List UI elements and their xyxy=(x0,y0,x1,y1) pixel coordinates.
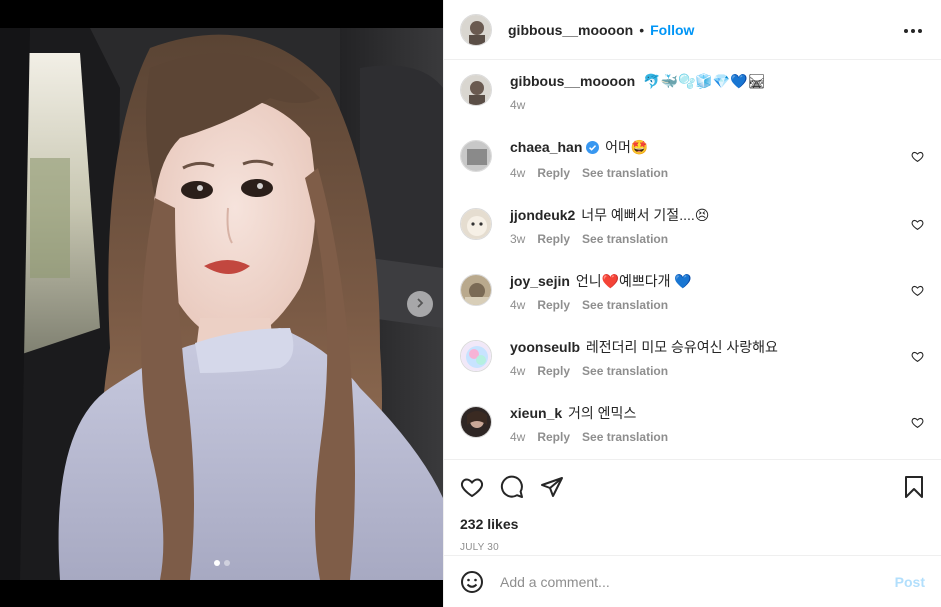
caption-time[interactable]: 4w xyxy=(510,98,525,112)
follow-button[interactable]: Follow xyxy=(650,22,694,38)
list-item: joy_sejin 언니❤️예쁘다개 💙 4w Reply See transl… xyxy=(460,272,925,312)
share-icon[interactable] xyxy=(540,475,564,499)
comment-like-heart-icon[interactable] xyxy=(911,416,925,430)
add-comment-bar: Post xyxy=(444,555,941,607)
see-translation-button[interactable]: See translation xyxy=(582,430,668,444)
see-translation-button[interactable]: See translation xyxy=(582,232,668,246)
see-translation-button[interactable]: See translation xyxy=(582,364,668,378)
see-translation-button[interactable]: See translation xyxy=(582,298,668,312)
more-options-button[interactable] xyxy=(901,18,925,42)
reply-button[interactable]: Reply xyxy=(537,364,570,378)
comment-like-heart-icon[interactable] xyxy=(911,350,925,364)
comment-username[interactable]: chaea_han xyxy=(510,139,582,155)
heart-icon[interactable] xyxy=(460,475,484,499)
caption-text: 🐬🐳🫧🧊💎💙🛤 xyxy=(643,73,766,89)
caption-username[interactable]: gibbous__moooon xyxy=(510,73,635,89)
reply-button[interactable]: Reply xyxy=(537,298,570,312)
post-header: gibbous__moooon • Follow xyxy=(444,0,941,60)
avatar[interactable] xyxy=(460,74,492,106)
separator-dot: • xyxy=(639,21,645,38)
comment-time[interactable]: 3w xyxy=(510,232,525,246)
comment-time[interactable]: 4w xyxy=(510,166,525,180)
comment-text: 너무 예뻐서 기절....😣 xyxy=(581,207,710,223)
comment-text: 거의 엔믹스 xyxy=(568,405,637,421)
carousel-dot xyxy=(223,560,230,566)
reply-button[interactable]: Reply xyxy=(537,232,570,246)
list-item: jjondeuk2 너무 예뻐서 기절....😣 3w Reply See tr… xyxy=(460,206,925,246)
comments-list: gibbous__moooon 🐬🐳🫧🧊💎💙🛤 4w chaea_han 어머🤩… xyxy=(444,60,941,459)
comment-username[interactable]: joy_sejin xyxy=(510,273,570,289)
comment-username[interactable]: xieun_k xyxy=(510,405,562,421)
comment-input[interactable] xyxy=(498,572,895,591)
comment-icon[interactable] xyxy=(500,475,524,499)
author-username[interactable]: gibbous__moooon xyxy=(508,22,633,38)
comment-like-heart-icon[interactable] xyxy=(911,218,925,232)
smiley-icon[interactable] xyxy=(460,570,484,594)
comment-text: 어머🤩 xyxy=(605,139,649,155)
comment-time[interactable]: 4w xyxy=(510,364,525,378)
carousel-dot xyxy=(213,560,220,566)
carousel-indicator xyxy=(0,560,443,566)
avatar[interactable] xyxy=(460,274,492,306)
avatar[interactable] xyxy=(460,140,492,172)
comment-text: 언니❤️예쁘다개 💙 xyxy=(575,273,692,289)
verified-badge-icon xyxy=(586,140,600,158)
post-actions: 232 likes JULY 30 xyxy=(444,459,941,555)
bookmark-icon[interactable] xyxy=(903,475,925,499)
chevron-right-icon xyxy=(415,295,425,313)
post-date[interactable]: JULY 30 xyxy=(460,542,925,553)
avatar[interactable] xyxy=(460,13,492,46)
comment-username[interactable]: yoonseulb xyxy=(510,339,580,355)
comment-like-heart-icon[interactable] xyxy=(911,150,925,164)
post-photo xyxy=(0,28,443,580)
avatar[interactable] xyxy=(460,406,492,438)
comment-like-heart-icon[interactable] xyxy=(911,284,925,298)
caption: gibbous__moooon 🐬🐳🫧🧊💎💙🛤 4w xyxy=(460,72,925,112)
avatar[interactable] xyxy=(460,208,492,240)
comment-time[interactable]: 4w xyxy=(510,430,525,444)
avatar[interactable] xyxy=(460,340,492,372)
post-comment-button[interactable]: Post xyxy=(895,574,925,590)
media-panel xyxy=(0,0,443,607)
list-item: yoonseulb 레전더리 미모 승유여신 사랑해요 4w Reply See… xyxy=(460,338,925,378)
post-modal: gibbous__moooon • Follow gibbous__moooon xyxy=(0,0,941,607)
list-item: chaea_han 어머🤩 4w Reply See translation xyxy=(460,138,925,180)
post-details-panel: gibbous__moooon • Follow gibbous__moooon xyxy=(443,0,941,607)
list-item: xieun_k 거의 엔믹스 4w Reply See translation xyxy=(460,404,925,444)
reply-button[interactable]: Reply xyxy=(537,430,570,444)
carousel-next-button[interactable] xyxy=(407,291,433,317)
more-icon xyxy=(903,21,923,39)
comment-time[interactable]: 4w xyxy=(510,298,525,312)
comment-username[interactable]: jjondeuk2 xyxy=(510,207,575,223)
reply-button[interactable]: Reply xyxy=(537,166,570,180)
likes-count[interactable]: 232 likes xyxy=(460,516,925,532)
see-translation-button[interactable]: See translation xyxy=(582,166,668,180)
comment-text: 레전더리 미모 승유여신 사랑해요 xyxy=(585,339,778,355)
